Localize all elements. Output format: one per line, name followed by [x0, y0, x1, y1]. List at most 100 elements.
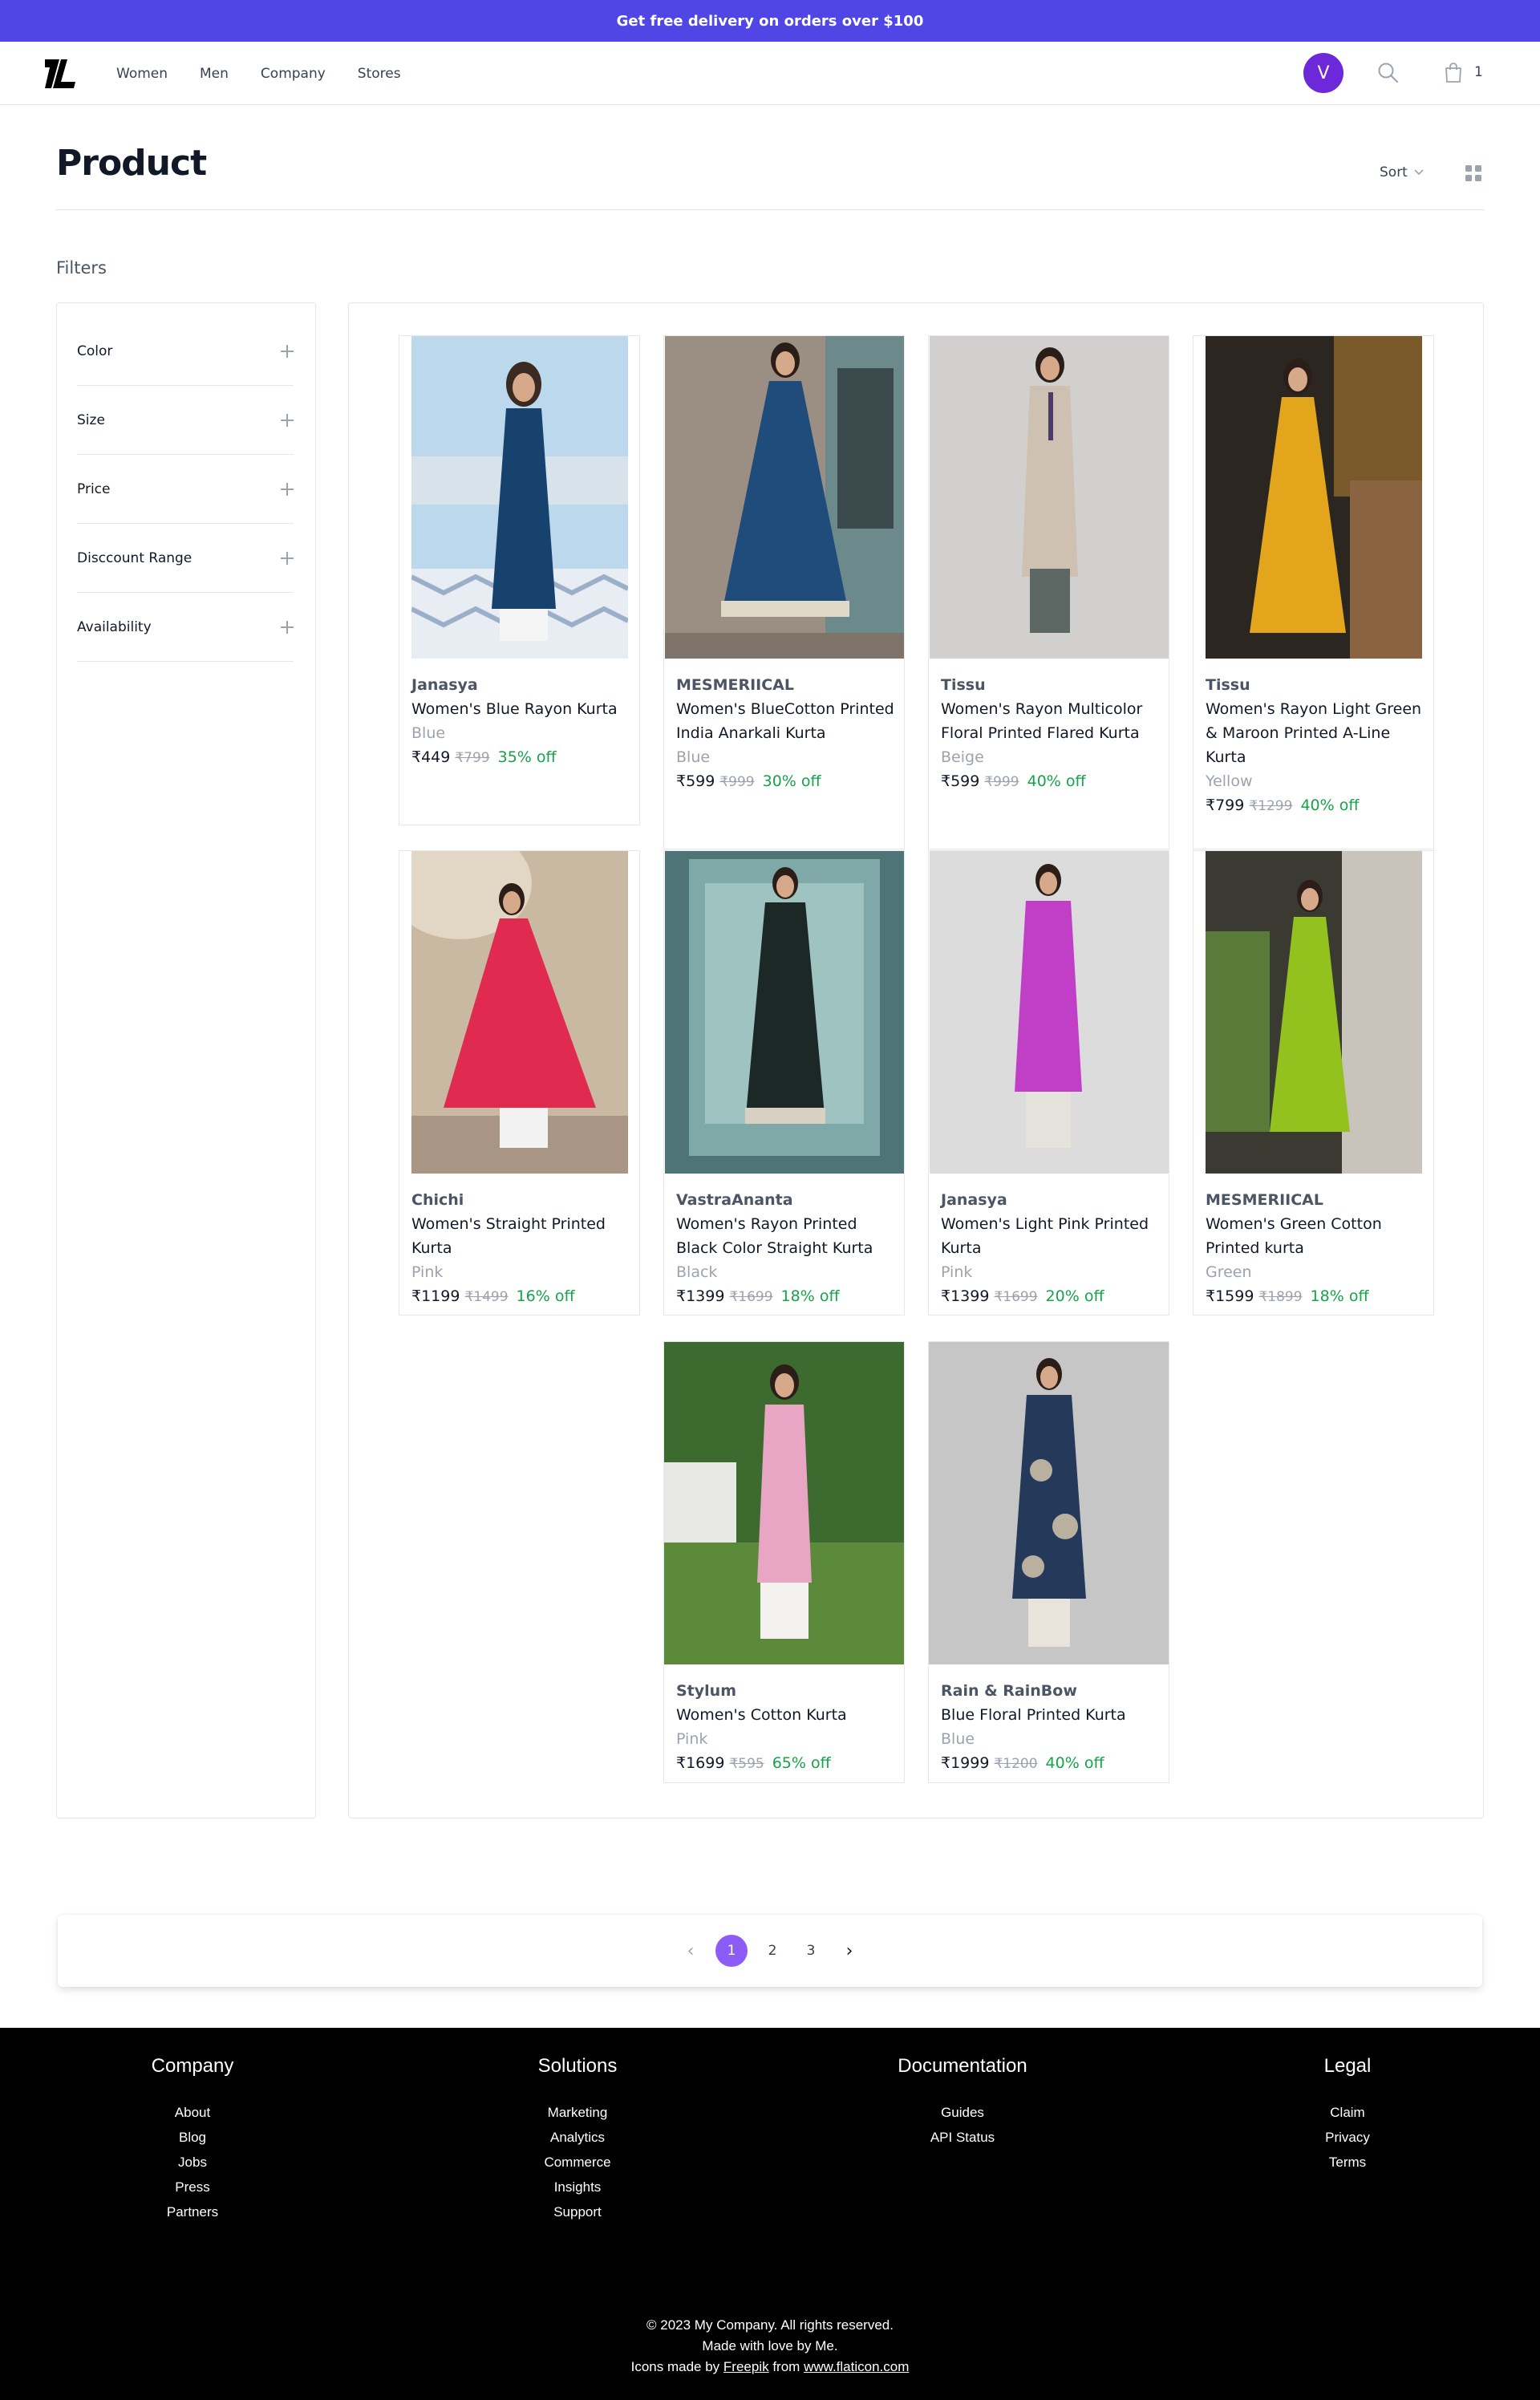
filter-color[interactable]: Color — [77, 317, 294, 386]
plus-icon — [281, 551, 294, 565]
product-image[interactable] — [930, 851, 1169, 1174]
product-discount: 16% off — [516, 1287, 575, 1305]
product-discount: 18% off — [780, 1287, 840, 1305]
footer-column-solutions: Solutions Marketing Analytics Commerce I… — [457, 2055, 698, 2224]
footer-link-insights[interactable]: Insights — [457, 2175, 698, 2199]
product-image[interactable] — [929, 1342, 1169, 1664]
product-image[interactable] — [664, 1342, 905, 1664]
nav-item-company[interactable]: Company — [261, 66, 326, 82]
product-brand: Janasya — [941, 1191, 1007, 1209]
product-card[interactable]: MESMERIICAL Women's BlueCotton Printed I… — [663, 335, 905, 849]
product-color: Pink — [941, 1263, 973, 1281]
promo-banner: Get free delivery on orders over $100 — [0, 0, 1540, 42]
footer-link-terms[interactable]: Terms — [1227, 2150, 1468, 2175]
footer-link-claim[interactable]: Claim — [1227, 2100, 1468, 2125]
product-price: ₹1399 — [676, 1287, 725, 1305]
product-card[interactable]: Tissu Women's Rayon Light Green & Maroon… — [1193, 335, 1434, 849]
filter-availability[interactable]: Availability — [77, 593, 294, 662]
product-title: Women's Rayon Printed Black Color Straig… — [676, 1215, 873, 1257]
footer-link-commerce[interactable]: Commerce — [457, 2150, 698, 2175]
footer-copyright: © 2023 My Company. All rights reserved. … — [0, 2315, 1540, 2378]
footer-column-company: Company About Blog Jobs Press Partners — [72, 2055, 313, 2224]
filter-price[interactable]: Price — [77, 455, 294, 524]
footer-column-title: Documentation — [898, 2055, 1027, 2077]
footer-column-title: Legal — [1323, 2055, 1372, 2077]
product-card[interactable]: Rain & RainBow Blue Floral Printed Kurta… — [928, 1341, 1169, 1783]
filter-label: Availability — [77, 618, 152, 635]
icon-credits: Icons made by Freepik from www.flaticon.… — [0, 2357, 1540, 2378]
product-card[interactable]: VastraAnanta Women's Rayon Printed Black… — [663, 850, 905, 1316]
footer-link-support[interactable]: Support — [457, 2199, 698, 2224]
price-line: ₹1399 ₹1699 20% off — [941, 1284, 1161, 1309]
product-mrp: ₹999 — [984, 774, 1019, 790]
product-color: Blue — [411, 724, 446, 742]
product-brand: Rain & RainBow — [941, 1682, 1077, 1700]
footer-link-jobs[interactable]: Jobs — [72, 2150, 313, 2175]
nav-item-men[interactable]: Men — [200, 66, 229, 82]
sort-dropdown[interactable]: Sort — [1380, 164, 1424, 180]
product-image[interactable] — [665, 336, 904, 659]
footer-link-guides[interactable]: Guides — [842, 2100, 1083, 2125]
product-color: Blue — [676, 748, 711, 766]
page-3-button[interactable]: 3 — [797, 1937, 825, 1964]
product-image[interactable] — [1206, 851, 1422, 1174]
product-info: Stylum Women's Cotton Kurta Pink ₹1699 ₹5… — [676, 1679, 897, 1776]
product-color: Green — [1206, 1263, 1252, 1281]
page-2-button[interactable]: 2 — [759, 1937, 786, 1964]
product-image[interactable] — [411, 336, 628, 659]
footer-link-about[interactable]: About — [72, 2100, 313, 2125]
avatar[interactable]: V — [1303, 53, 1343, 93]
product-image[interactable] — [411, 851, 628, 1174]
product-title: Women's Straight Printed Kurta — [411, 1215, 606, 1257]
footer-link-partners[interactable]: Partners — [72, 2199, 313, 2224]
page-1-button[interactable]: 1 — [715, 1935, 748, 1967]
product-card[interactable]: Tissu Women's Rayon Multicolor Floral Pr… — [928, 335, 1169, 849]
filter-label: Price — [77, 480, 111, 497]
product-price: ₹799 — [1206, 797, 1245, 814]
product-card[interactable]: Janasya Women's Light Pink Printed Kurta… — [928, 850, 1169, 1316]
avatar-initial: V — [1317, 63, 1330, 83]
footer-link-press[interactable]: Press — [72, 2175, 313, 2199]
filter-discount-range[interactable]: Disccount Range — [77, 524, 294, 593]
product-image[interactable] — [1206, 336, 1422, 659]
product-card[interactable]: Stylum Women's Cotton Kurta Pink ₹1699 ₹5… — [663, 1341, 905, 1783]
product-mrp: ₹1299 — [1249, 798, 1293, 814]
product-card[interactable]: Chichi Women's Straight Printed Kurta Pi… — [399, 850, 640, 1316]
footer-link-analytics[interactable]: Analytics — [457, 2125, 698, 2150]
freepik-link[interactable]: Freepik — [723, 2359, 769, 2374]
product-discount: 65% off — [772, 1754, 831, 1772]
sort-label: Sort — [1380, 164, 1408, 180]
product-mrp: ₹799 — [455, 750, 490, 766]
next-page-button[interactable]: › — [836, 1937, 863, 1964]
filter-size[interactable]: Size — [77, 386, 294, 455]
cart-button[interactable]: 1 — [1444, 59, 1492, 85]
product-card[interactable]: MESMERIICAL Women's Green Cotton Printed… — [1193, 850, 1434, 1316]
brand-logo-icon[interactable] — [43, 58, 77, 90]
footer-link-marketing[interactable]: Marketing — [457, 2100, 698, 2125]
made-with-text: Made with love by Me. — [702, 2338, 838, 2353]
product-brand: Janasya — [411, 676, 478, 694]
product-card[interactable]: Janasya Women's Blue Rayon Kurta Blue ₹4… — [399, 335, 640, 825]
product-info: Janasya Women's Blue Rayon Kurta Blue ₹4… — [411, 673, 632, 770]
product-price: ₹1399 — [941, 1287, 990, 1305]
product-image[interactable] — [665, 851, 904, 1174]
product-image[interactable] — [930, 336, 1169, 659]
product-title: Women's Rayon Multicolor Floral Printed … — [941, 700, 1143, 742]
price-line: ₹599 ₹999 40% off — [941, 769, 1161, 794]
product-info: Tissu Women's Rayon Light Green & Maroon… — [1206, 673, 1426, 818]
footer-link-privacy[interactable]: Privacy — [1227, 2125, 1468, 2150]
product-price: ₹1599 — [1206, 1287, 1254, 1305]
grid-view-icon[interactable] — [1465, 164, 1482, 182]
nav-item-stores[interactable]: Stores — [358, 66, 401, 82]
search-icon[interactable] — [1376, 61, 1400, 85]
icons-from: from — [772, 2359, 800, 2374]
footer-link-api-status[interactable]: API Status — [842, 2125, 1083, 2150]
product-color: Yellow — [1206, 772, 1253, 790]
icons-prefix: Icons made by — [630, 2359, 720, 2374]
footer-link-blog[interactable]: Blog — [72, 2125, 313, 2150]
prev-page-button[interactable]: ‹ — [677, 1937, 704, 1964]
product-title: Women's Light Pink Printed Kurta — [941, 1215, 1149, 1257]
product-discount: 40% off — [1300, 797, 1360, 814]
flaticon-link[interactable]: www.flaticon.com — [804, 2359, 909, 2374]
nav-item-women[interactable]: Women — [116, 66, 168, 82]
